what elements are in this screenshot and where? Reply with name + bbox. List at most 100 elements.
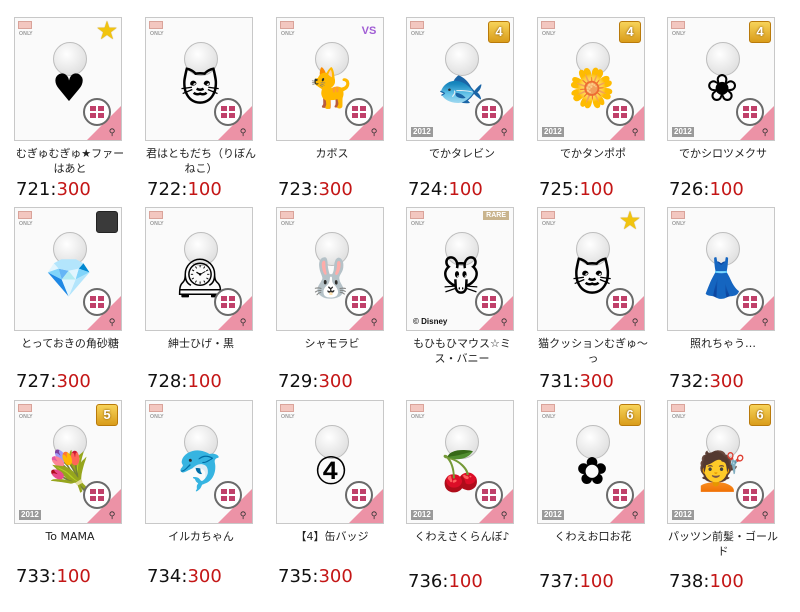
gift-icon[interactable] bbox=[736, 288, 764, 316]
zoom-icon[interactable]: ⚲ bbox=[367, 128, 381, 138]
zoom-icon[interactable]: ⚲ bbox=[105, 318, 119, 328]
item-grid: ONLY ♥ ★ ⚲ むぎゅむぎゅ★ファーはあと 721:300 ONLY 🐱 ⚲ 君はともだち（… bbox=[0, 0, 800, 612]
item-thumbnail[interactable]: ONLY 🌼 4 2012 ⚲ bbox=[537, 17, 645, 141]
gift-icon[interactable] bbox=[214, 288, 242, 316]
gift-icon[interactable] bbox=[736, 98, 764, 126]
item-name[interactable]: むぎゅむぎゅ★ファーはあと bbox=[14, 146, 126, 176]
zoom-icon[interactable]: ⚲ bbox=[236, 128, 250, 138]
item-thumbnail[interactable]: ONLY ♥ ★ ⚲ bbox=[14, 17, 122, 141]
item-id: 736 bbox=[408, 571, 443, 592]
item-thumbnail[interactable]: ONLY 💐 5 2012 ⚲ bbox=[14, 400, 122, 524]
item-thumbnail[interactable]: ONLY 🐱 ⚲ bbox=[145, 17, 253, 141]
tag-icon bbox=[149, 21, 163, 29]
item-thumbnail[interactable]: ONLY ④ ⚲ bbox=[276, 400, 384, 524]
item-id: 724 bbox=[408, 179, 443, 200]
zoom-icon[interactable]: ⚲ bbox=[236, 511, 250, 521]
year-label: 2012 bbox=[672, 127, 694, 137]
item-name[interactable]: カボス bbox=[276, 146, 388, 161]
zoom-icon[interactable]: ⚲ bbox=[628, 128, 642, 138]
item-thumbnail[interactable]: ONLY 💎 ⚲ bbox=[14, 207, 122, 331]
zoom-icon[interactable]: ⚲ bbox=[236, 318, 250, 328]
level-badge: 4 bbox=[749, 21, 771, 43]
item-name[interactable]: もひもひマウス☆ミス・バニー bbox=[406, 336, 518, 366]
gift-icon[interactable] bbox=[606, 98, 634, 126]
zoom-icon[interactable]: ⚲ bbox=[758, 511, 772, 521]
zoom-icon[interactable]: ⚲ bbox=[758, 318, 772, 328]
item-name[interactable]: イルカちゃん bbox=[145, 529, 257, 544]
copyright-label: © Disney bbox=[413, 317, 448, 326]
level-badge: VS bbox=[361, 25, 377, 37]
tag-icon bbox=[671, 21, 685, 29]
item-name[interactable]: パッツン前髪・ゴールド bbox=[667, 529, 779, 559]
zoom-icon[interactable]: ⚲ bbox=[497, 511, 511, 521]
only-label: ONLY bbox=[411, 414, 425, 420]
item-name[interactable]: でかシロツメクサ bbox=[667, 146, 779, 161]
item-name[interactable]: くわえお口お花 bbox=[537, 529, 649, 544]
item-name[interactable]: とっておきの角砂糖 bbox=[14, 336, 126, 351]
item-name[interactable]: でかタレビン bbox=[406, 146, 518, 161]
item-name[interactable]: To MAMA bbox=[14, 529, 126, 544]
gift-icon[interactable] bbox=[475, 288, 503, 316]
zoom-icon[interactable]: ⚲ bbox=[367, 511, 381, 521]
item-thumbnail[interactable]: ONLY 🐱 ★ ⚲ bbox=[537, 207, 645, 331]
tag-icon bbox=[18, 211, 32, 219]
item-name[interactable]: でかタンポポ bbox=[537, 146, 649, 161]
gift-icon[interactable] bbox=[214, 481, 242, 509]
item-code: 728:100 bbox=[147, 372, 222, 392]
tag-icon bbox=[18, 404, 32, 412]
item-thumbnail[interactable]: ONLY 🐰 ⚲ bbox=[276, 207, 384, 331]
item-name[interactable]: くわえさくらんぼ♪ bbox=[406, 529, 518, 544]
item-name[interactable]: 君はともだち（りぼんねこ） bbox=[145, 146, 257, 176]
item-code: 738:100 bbox=[669, 572, 744, 592]
zoom-icon[interactable]: ⚲ bbox=[105, 511, 119, 521]
item-name[interactable]: 猫クッションむぎゅ〜っ bbox=[537, 336, 649, 366]
gift-icon[interactable] bbox=[606, 288, 634, 316]
item-thumbnail[interactable]: ONLY 🐬 ⚲ bbox=[145, 400, 253, 524]
item-thumbnail[interactable]: ONLY ✿ 6 2012 ⚲ bbox=[537, 400, 645, 524]
item-thumbnail[interactable]: ONLY 🐈 VS ⚲ bbox=[276, 17, 384, 141]
item-id: 729 bbox=[278, 371, 313, 392]
gift-icon[interactable] bbox=[736, 481, 764, 509]
item-thumbnail[interactable]: ONLY ❀ 4 2012 ⚲ bbox=[667, 17, 775, 141]
zoom-icon[interactable]: ⚲ bbox=[628, 511, 642, 521]
zoom-icon[interactable]: ⚲ bbox=[105, 128, 119, 138]
zoom-icon[interactable]: ⚲ bbox=[628, 318, 642, 328]
item-thumbnail[interactable]: ONLY 💇 6 2012 ⚲ bbox=[667, 400, 775, 524]
item-name[interactable]: 【4】缶バッジ bbox=[276, 529, 388, 544]
gift-icon[interactable] bbox=[83, 288, 111, 316]
zoom-icon[interactable]: ⚲ bbox=[497, 128, 511, 138]
gift-icon[interactable] bbox=[345, 288, 373, 316]
item-thumbnail[interactable]: ONLY 🕰 ⚲ bbox=[145, 207, 253, 331]
only-label: ONLY bbox=[19, 414, 33, 420]
item-thumbnail[interactable]: ONLY 🐭 RARE © Disney ⚲ bbox=[406, 207, 514, 331]
gift-icon[interactable] bbox=[345, 98, 373, 126]
only-label: ONLY bbox=[411, 31, 425, 37]
tag-icon bbox=[410, 404, 424, 412]
gift-icon[interactable] bbox=[475, 98, 503, 126]
item-price: 100 bbox=[709, 571, 744, 592]
only-label: ONLY bbox=[281, 31, 295, 37]
item-name[interactable]: 紳士ひげ・黒 bbox=[145, 336, 257, 351]
item-name[interactable]: 照れちゃう… bbox=[667, 336, 779, 351]
only-label: ONLY bbox=[542, 414, 556, 420]
gift-icon[interactable] bbox=[475, 481, 503, 509]
gift-icon[interactable] bbox=[214, 98, 242, 126]
zoom-icon[interactable]: ⚲ bbox=[758, 128, 772, 138]
item-price: 300 bbox=[318, 179, 353, 200]
item-id: 728 bbox=[147, 371, 182, 392]
gift-icon[interactable] bbox=[83, 98, 111, 126]
item-price: 300 bbox=[318, 566, 353, 587]
zoom-icon[interactable]: ⚲ bbox=[367, 318, 381, 328]
item-thumbnail[interactable]: ONLY 🐟 4 2012 ⚲ bbox=[406, 17, 514, 141]
gift-icon[interactable] bbox=[83, 481, 111, 509]
item-price: 100 bbox=[448, 179, 483, 200]
zoom-icon[interactable]: ⚲ bbox=[497, 318, 511, 328]
gift-icon[interactable] bbox=[345, 481, 373, 509]
item-price: 100 bbox=[579, 571, 614, 592]
item-thumbnail[interactable]: ONLY 🍒 2012 ⚲ bbox=[406, 400, 514, 524]
item-name[interactable]: シャモラビ bbox=[276, 336, 388, 351]
item-thumbnail[interactable]: ONLY 👗 ⚲ bbox=[667, 207, 775, 331]
item-id: 723 bbox=[278, 179, 313, 200]
gift-icon[interactable] bbox=[606, 481, 634, 509]
level-badge: 5 bbox=[96, 404, 118, 426]
